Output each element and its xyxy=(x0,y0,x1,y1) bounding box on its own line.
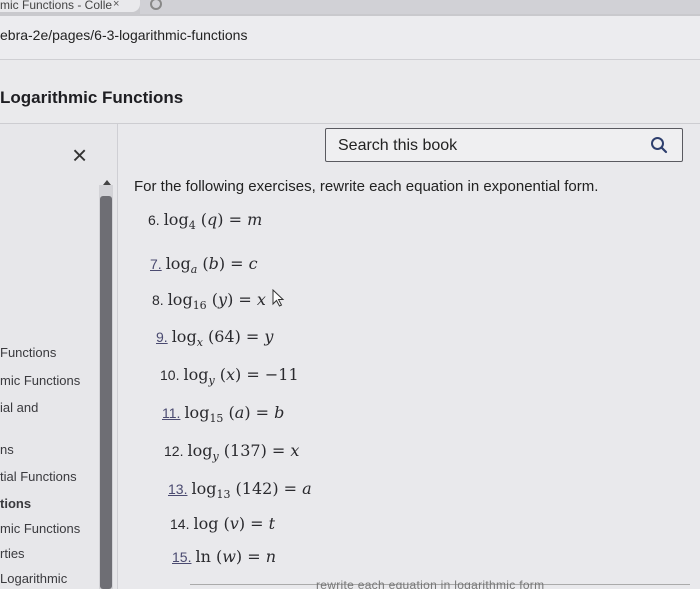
log-argument: v xyxy=(229,514,239,533)
browser-tab-active[interactable]: mic Functions - Colle × xyxy=(0,0,140,12)
equation-rhs: a xyxy=(302,479,312,498)
close-icon[interactable]: × xyxy=(72,142,87,168)
log-base: x xyxy=(196,336,203,349)
scroll-up-arrow-icon[interactable] xyxy=(103,180,111,185)
equation-rhs: x xyxy=(290,441,300,460)
log-base: 13 xyxy=(216,488,231,501)
function-name: ln xyxy=(195,547,211,566)
equation-rhs: m xyxy=(247,210,263,229)
log-base: 16 xyxy=(192,299,207,312)
exercise-item: 12. logy (137) = x xyxy=(164,441,300,463)
url-text[interactable]: ebra-2e/pages/6-3-logarithmic-functions xyxy=(0,27,247,43)
function-name: log xyxy=(187,441,213,460)
exercise-number: 8. xyxy=(152,292,164,308)
log-base: a xyxy=(190,263,198,276)
exercise-number: 14. xyxy=(170,516,190,532)
log-argument: 137 xyxy=(230,441,261,460)
exercise-number[interactable]: 11. xyxy=(162,405,180,421)
exercise-number: 12. xyxy=(164,443,184,459)
equation-rhs: y xyxy=(264,327,274,346)
exercise-item: 13. log13 (142) = a xyxy=(168,479,312,501)
tab-favicon-icon xyxy=(150,0,162,10)
address-bar[interactable]: ebra-2e/pages/6-3-logarithmic-functions xyxy=(0,16,700,60)
exercise-number[interactable]: 13. xyxy=(168,481,187,497)
exercise-number[interactable]: 15. xyxy=(172,549,191,565)
equation-rhs: c xyxy=(248,254,258,273)
function-name: log xyxy=(165,254,191,273)
log-base: y xyxy=(208,374,215,387)
site-header: Logarithmic Functions xyxy=(0,60,700,124)
exercise-item: 6. log4 (q) = m xyxy=(148,210,263,232)
exercise-item: 14. log (v) = t xyxy=(170,514,276,533)
log-argument: q xyxy=(207,210,218,229)
exercise-number[interactable]: 9. xyxy=(156,329,168,345)
next-exercise-instructions-partial: rewrite each equation in logarithmic for… xyxy=(316,578,545,589)
log-argument: x xyxy=(226,365,236,384)
equation-rhs: t xyxy=(268,514,276,533)
log-base: 15 xyxy=(209,412,224,425)
function-name: log xyxy=(171,327,197,346)
scrollbar-thumb[interactable] xyxy=(100,196,112,589)
log-base: 4 xyxy=(188,219,196,232)
log-argument: 64 xyxy=(214,327,235,346)
exercise-item: 11. log15 (a) = b xyxy=(162,403,285,425)
browser-tab-strip: mic Functions - Colle × xyxy=(0,0,700,16)
exercise-item: 10. logy (x) = −11 xyxy=(160,365,299,387)
exercise-number[interactable]: 7. xyxy=(150,256,162,272)
mouse-cursor-icon xyxy=(272,289,285,307)
search-icon[interactable] xyxy=(650,136,668,154)
function-name: log xyxy=(191,479,217,498)
search-input[interactable]: Search this book xyxy=(338,137,457,155)
exercise-item: 8. log16 (y) = x xyxy=(152,290,266,312)
log-argument: y xyxy=(218,290,228,309)
exercise-item: 9. logx (64) = y xyxy=(156,327,274,349)
equation-rhs: n xyxy=(265,547,277,566)
equation-rhs: x xyxy=(256,290,266,309)
log-argument: b xyxy=(208,254,219,273)
exercise-item: 15. ln (w) = n xyxy=(172,547,277,566)
function-name: log xyxy=(183,365,209,384)
exercise-number: 6. xyxy=(148,212,160,228)
search-box[interactable]: Search this book xyxy=(325,128,683,162)
log-argument: 142 xyxy=(241,479,273,498)
function-name: log xyxy=(167,290,193,309)
log-base: y xyxy=(212,450,219,463)
log-argument: a xyxy=(234,403,245,422)
tab-close-icon[interactable]: × xyxy=(113,0,119,10)
exercise-item: 7. loga (b) = c xyxy=(150,254,258,276)
equation-rhs: b xyxy=(274,403,285,422)
page-title: Logarithmic Functions xyxy=(0,88,184,107)
equation-rhs: −11 xyxy=(264,365,299,384)
function-name: log xyxy=(193,514,219,533)
tab-title: mic Functions - Colle xyxy=(0,0,113,12)
exercise-instructions: For the following exercises, rewrite eac… xyxy=(134,178,599,195)
browser-tab-inactive[interactable] xyxy=(140,0,700,14)
function-name: log xyxy=(184,403,210,422)
log-argument: w xyxy=(222,547,236,566)
function-name: log xyxy=(163,210,189,229)
exercise-number: 10. xyxy=(160,367,180,383)
